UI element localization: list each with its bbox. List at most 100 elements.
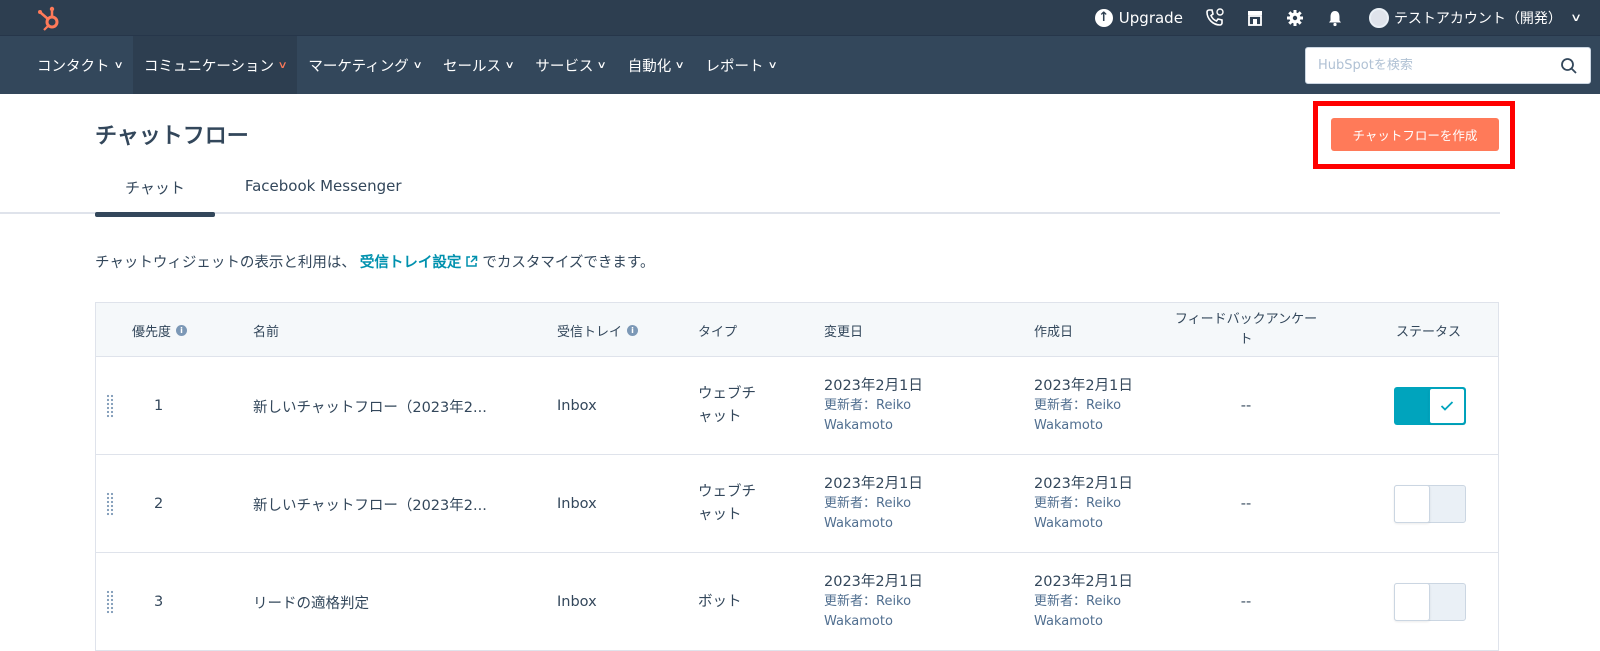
chevron-down-icon: ∨ (596, 59, 608, 71)
modified-by-line2: Wakamoto (824, 516, 893, 531)
feedback-cell: -- (1240, 398, 1252, 414)
nav-label: セールス (443, 58, 502, 75)
modified-date: 2023年2月1日 (824, 378, 923, 394)
status-toggle[interactable] (1394, 387, 1466, 425)
created-date: 2023年2月1日 (1034, 378, 1133, 394)
status-toggle[interactable] (1394, 485, 1466, 523)
modified-by-line1: 更新者：Reiko (824, 496, 912, 511)
search-icon[interactable] (1560, 57, 1578, 75)
drag-handle-icon[interactable] (106, 590, 114, 614)
type-cell-line1: ウェブチ (698, 484, 756, 500)
modified-by-line2: Wakamoto (824, 418, 893, 433)
toggle-knob (1429, 388, 1465, 424)
created-date: 2023年2月1日 (1034, 476, 1133, 492)
created-by-line1: 更新者：Reiko (1034, 594, 1122, 609)
nav-label: 自動化 (627, 58, 672, 75)
chatflow-table: 優先度 i 名前 受信トレイ i タイプ 変更日 作成日 フィードバックアンケー ト… (95, 302, 1499, 651)
created-by-line1: 更新者：Reiko (1034, 496, 1122, 511)
table-header: 優先度 i 名前 受信トレイ i タイプ 変更日 作成日 フィードバックアンケー ト… (96, 303, 1498, 357)
priority-cell: 2 (154, 496, 164, 512)
tab-facebook-messenger[interactable]: Facebook Messenger (215, 168, 432, 215)
name-cell[interactable]: 新しいチャットフロー（2023年2... (253, 455, 487, 553)
table-row[interactable]: 3 リードの適格判定 Inbox ボット 2023年2月1日 更新者：Reiko Wakam… (96, 553, 1498, 651)
priority-cell: 1 (154, 398, 164, 414)
main-nav: コンタクト ∨ コミュニケーション ∨ マーケティング ∨ セールス ∨ サービス ∨ 自… (0, 35, 1600, 94)
info-icon[interactable]: i (176, 324, 188, 336)
calling-icon[interactable] (1204, 7, 1226, 29)
toggle-knob (1394, 485, 1430, 523)
upgrade-button[interactable]: ↑ Upgrade (1094, 8, 1183, 27)
inbox-settings-link[interactable]: 受信トレイ設定 (360, 251, 479, 272)
settings-gear-icon[interactable] (1284, 7, 1306, 29)
chevron-down-icon: ∨ (412, 59, 423, 71)
nav-label: マーケティング (308, 58, 409, 75)
created-by-line2: Wakamoto (1034, 516, 1103, 531)
chevron-down-icon: ∨ (504, 59, 515, 71)
priority-cell: 3 (154, 594, 164, 610)
chevron-down-icon: ∨ (113, 59, 124, 71)
nav-marketing[interactable]: マーケティング ∨ (297, 36, 432, 94)
hubspot-logo-icon[interactable] (36, 4, 64, 32)
search-box (1305, 47, 1591, 84)
modified-date: 2023年2月1日 (824, 574, 923, 590)
header-feedback-line1: フィードバックアンケー (1174, 312, 1318, 327)
nav-reports[interactable]: レポート ∨ (695, 36, 787, 94)
chevron-down-icon: ∨ (767, 59, 778, 71)
header-modified[interactable]: 変更日 (824, 303, 863, 357)
nav-automation[interactable]: 自動化 ∨ (617, 36, 695, 94)
type-cell-line2: ャット (698, 409, 742, 425)
avatar (1368, 7, 1389, 28)
page-title: チャットフロー (95, 124, 249, 149)
toggle-knob (1394, 583, 1430, 621)
nav-conversations[interactable]: コミュニケーション ∨ (132, 36, 298, 94)
name-cell[interactable]: 新しいチャットフロー（2023年2... (253, 357, 487, 455)
header-priority[interactable]: 優先度 i (132, 303, 188, 357)
account-menu[interactable]: テストアカウント（開発） ∨ (1368, 7, 1582, 28)
header-type[interactable]: タイプ (698, 303, 737, 357)
info-suffix: でカスタマイズできます。 (482, 255, 655, 271)
status-toggle[interactable] (1394, 583, 1466, 621)
upgrade-arrow-icon: ↑ (1094, 8, 1113, 27)
create-chatflow-button[interactable]: チャットフローを作成 (1331, 118, 1499, 151)
info-text: チャットウィジェットの表示と利用は、 受信トレイ設定 でカスタマイズできます。 (95, 251, 654, 272)
modified-by-line2: Wakamoto (824, 614, 893, 629)
nav-label: コンタクト (37, 58, 110, 75)
nav-label: コミュニケーション (143, 58, 275, 75)
nav-label: レポート (705, 58, 764, 75)
modified-by-line1: 更新者：Reiko (824, 594, 912, 609)
marketplace-icon[interactable] (1244, 7, 1266, 29)
chevron-down-icon: ∨ (277, 59, 288, 71)
tab-chat[interactable]: チャット (95, 168, 215, 217)
checkmark-icon (1440, 401, 1454, 411)
header-feedback[interactable]: フィードバックアンケー ト (1162, 303, 1330, 357)
header-name[interactable]: 名前 (253, 303, 279, 357)
header-inbox-label: 受信トレイ (557, 324, 623, 340)
feedback-cell: -- (1240, 496, 1252, 512)
type-cell-line1: ボット (698, 593, 742, 610)
table-row[interactable]: 2 新しいチャットフロー（2023年2... Inbox ウェブチ ャット 2023年2月… (96, 455, 1498, 553)
table-row[interactable]: 1 新しいチャットフロー（2023年2... Inbox ウェブチ ャット 2023年2月… (96, 357, 1498, 455)
tab-bar: チャット Facebook Messenger (95, 168, 432, 217)
type-cell-line1: ウェブチ (698, 386, 756, 402)
info-icon[interactable]: i (627, 324, 639, 336)
feedback-cell: -- (1240, 594, 1252, 610)
name-cell[interactable]: リードの適格判定 (253, 553, 369, 651)
modified-date: 2023年2月1日 (824, 476, 923, 492)
nav-contacts[interactable]: コンタクト ∨ (26, 36, 133, 94)
info-prefix: チャットウィジェットの表示と利用は、 (95, 255, 356, 271)
search-input[interactable] (1318, 58, 1560, 73)
created-by-line2: Wakamoto (1034, 418, 1103, 433)
nav-service[interactable]: サービス ∨ (524, 36, 616, 94)
notifications-bell-icon[interactable] (1324, 7, 1346, 29)
header-status[interactable]: ステータス (1396, 303, 1461, 357)
header-created[interactable]: 作成日 (1034, 303, 1073, 357)
inbox-settings-link-label: 受信トレイ設定 (359, 255, 462, 271)
header-inbox[interactable]: 受信トレイ i (557, 303, 639, 357)
account-name: テストアカウント（開発） (1393, 10, 1562, 27)
drag-handle-icon[interactable] (106, 492, 114, 516)
nav-sales[interactable]: セールス ∨ (432, 36, 524, 94)
upgrade-label: Upgrade (1118, 8, 1183, 27)
drag-handle-icon[interactable] (106, 394, 114, 418)
created-by-line2: Wakamoto (1034, 614, 1103, 629)
chevron-down-icon: ∨ (674, 59, 685, 71)
